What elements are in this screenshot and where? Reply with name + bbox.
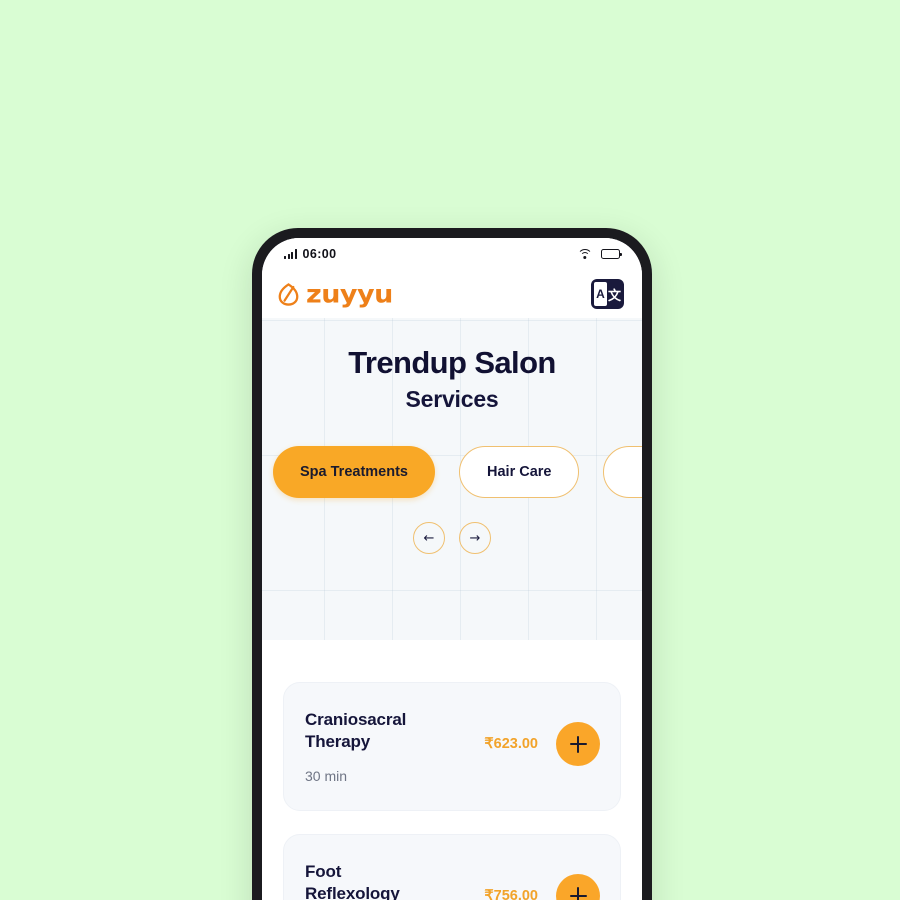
service-info: Foot Reflexology: [305, 859, 474, 900]
status-bar-left: 06:00: [284, 247, 336, 261]
status-bar: 06:00: [262, 238, 642, 270]
category-chip-next-partial[interactable]: [603, 446, 642, 499]
brand-name: zuyyu: [306, 279, 393, 309]
category-chip-row[interactable]: Spa Treatments Hair Care: [262, 446, 642, 499]
service-price: ₹623.00: [484, 736, 538, 752]
service-actions: ₹756.00: [484, 859, 600, 900]
hero-section: Trendup Salon Services Spa Treatments Ha…: [262, 318, 642, 640]
service-duration: 30 min: [305, 767, 348, 784]
service-list: Craniosacral Therapy 30 min ₹623.00 Foot…: [262, 640, 642, 900]
app-header: zuyyu A 文: [262, 270, 642, 318]
wifi-icon: [577, 248, 592, 260]
status-bar-time: 06:00: [302, 247, 337, 261]
carousel-next-button[interactable]: →: [459, 522, 491, 555]
add-service-button[interactable]: [556, 722, 600, 766]
carousel-prev-button[interactable]: ←: [413, 522, 445, 555]
service-price: ₹756.00: [484, 887, 538, 900]
service-card[interactable]: Craniosacral Therapy 30 min ₹623.00: [283, 682, 621, 811]
category-chip-hair-care[interactable]: Hair Care: [459, 446, 580, 499]
translate-cjk-glyph: 文: [607, 288, 621, 304]
service-info: Craniosacral Therapy 30 min: [305, 707, 474, 784]
carousel-controls: ← →: [262, 522, 642, 555]
phone-screen: 06:00 zuyyu A 文 Trendup Salon Services S…: [262, 238, 642, 900]
phone-frame: 06:00 zuyyu A 文 Trendup Salon Services S…: [252, 228, 652, 900]
translate-latin-glyph: A: [594, 282, 607, 306]
service-card[interactable]: Foot Reflexology ₹756.00: [283, 833, 621, 900]
service-actions: ₹623.00: [484, 707, 600, 766]
page-title: Trendup Salon: [348, 345, 556, 380]
battery-icon: [601, 249, 623, 259]
signal-bars-icon: [284, 249, 297, 259]
leaf-droplet-logo-icon: [278, 282, 299, 306]
category-chip-spa-treatments[interactable]: Spa Treatments: [273, 446, 435, 499]
brand-logo[interactable]: zuyyu: [278, 281, 393, 308]
status-bar-right: [577, 248, 623, 260]
service-name: Craniosacral Therapy: [305, 710, 407, 752]
add-service-button[interactable]: [556, 873, 600, 900]
translate-button[interactable]: A 文: [591, 279, 624, 309]
hero-content: Trendup Salon Services Spa Treatments Ha…: [262, 345, 642, 555]
page-subtitle: Services: [405, 386, 499, 413]
service-name: Foot Reflexology: [305, 861, 400, 900]
